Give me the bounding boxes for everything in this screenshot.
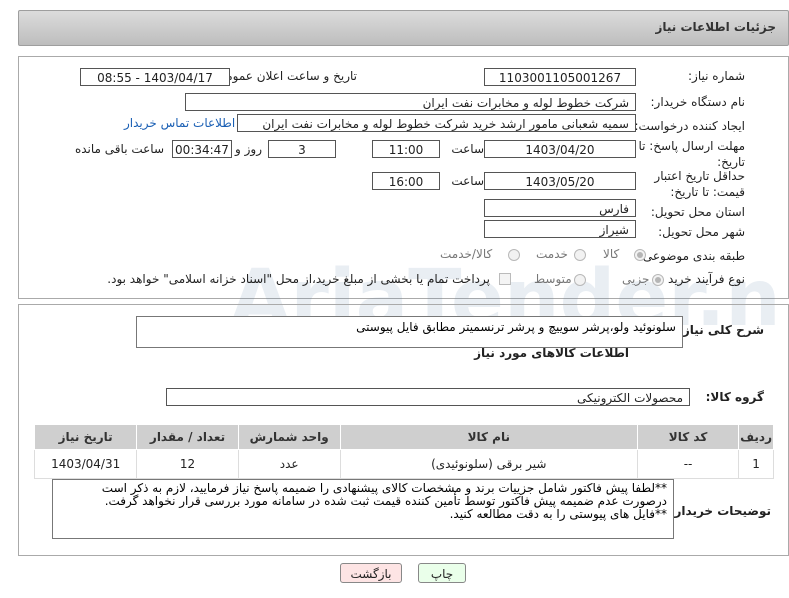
process-minor-label: جزیی	[622, 272, 650, 286]
goods-group-field: محصولات الکترونیکی	[166, 388, 690, 406]
province-field: فارس	[484, 199, 636, 217]
category-radio-goods[interactable]	[634, 249, 646, 261]
buyer-notes-textarea[interactable]: **لطفا پیش فاکتور شامل جزییات برند و مشخ…	[52, 479, 674, 539]
col-row: ردیف	[738, 424, 774, 450]
description-label: شرح کلی نیاز:	[678, 323, 764, 337]
buyer-notes-label: توضیحات خریدار:	[669, 504, 771, 518]
cell-qty: 12	[136, 449, 239, 479]
page-header: جزئیات اطلاعات نیاز	[18, 10, 789, 46]
price-time-field: 16:00	[372, 172, 440, 190]
category-both-label: کالا/خدمت	[440, 247, 493, 261]
category-radio-both[interactable]	[508, 249, 520, 261]
remaining-time-field: 00:34:47	[172, 140, 232, 158]
goods-table: ردیف کد کالا نام کالا واحد شمارش تعداد /…	[33, 424, 774, 479]
city-field: شیراز	[484, 220, 636, 238]
cell-unit: عدد	[237, 449, 341, 479]
goods-group-label: گروه کالا:	[705, 390, 764, 404]
process-medium-label: متوسط	[534, 272, 572, 286]
buyer-org-field: شرکت خطوط لوله و مخابرات نفت ایران	[185, 93, 636, 111]
reply-date-field: 1403/04/20	[484, 140, 636, 158]
category-service-label: خدمت	[536, 247, 568, 261]
goods-section-title: اطلاعات کالاهای مورد نیاز	[474, 346, 629, 360]
treasury-checkbox[interactable]	[499, 273, 511, 285]
print-button[interactable]: چاپ	[418, 563, 466, 583]
announce-field: 1403/04/17 - 08:55	[80, 68, 230, 86]
cell-date: 1403/04/31	[33, 449, 138, 479]
reply-time-label: ساعت	[451, 142, 484, 156]
remaining-days-field: 3	[268, 140, 336, 158]
col-unit: واحد شمارش	[237, 424, 341, 450]
back-button[interactable]: بازگشت	[340, 563, 402, 583]
description-textarea[interactable]: سلونوئید ولو،پرشر سوییچ و پرشر ترنسمیتر …	[136, 316, 683, 348]
days-and-label: روز و	[235, 142, 262, 156]
cell-name: شیر برقی (سلونوئیدی)	[339, 449, 638, 479]
category-radio-service[interactable]	[574, 249, 586, 261]
need-number-field: 1103001105001267	[484, 68, 636, 86]
city-label: شهر محل تحویل:	[658, 225, 745, 239]
payment-note: پرداخت تمام یا بخشی از مبلغ خرید،از محل …	[107, 272, 490, 286]
category-goods-label: کالا	[603, 247, 620, 261]
buyer-contact-link[interactable]: اطلاعات تماس خریدار	[124, 116, 235, 130]
goods-table-header: ردیف کد کالا نام کالا واحد شمارش تعداد /…	[33, 424, 774, 450]
col-name: نام کالا	[339, 424, 638, 450]
col-code: کد کالا	[636, 424, 740, 450]
need-number-label: شماره نیاز:	[688, 69, 745, 83]
remaining-label: ساعت باقی مانده	[74, 142, 164, 156]
price-valid-label: حداقل تاریخ اعتبار قیمت: تا تاریخ:	[654, 169, 745, 199]
process-radio-minor[interactable]	[652, 274, 664, 286]
buyer-org-label: نام دستگاه خریدار:	[650, 95, 746, 109]
reply-deadline-label: مهلت ارسال پاسخ: تا تاریخ:	[638, 139, 745, 169]
process-label: نوع فرآیند خرید :	[660, 272, 745, 286]
col-date: تاریخ نیاز	[33, 424, 138, 450]
reply-time-field: 11:00	[372, 140, 440, 158]
table-row: 1 -- شیر برقی (سلونوئیدی) عدد 12 1403/04…	[33, 449, 774, 479]
page-title: جزئیات اطلاعات نیاز	[655, 20, 776, 34]
creator-label: ایجاد کننده درخواست:	[634, 119, 745, 133]
price-time-label: ساعت	[451, 174, 484, 188]
cell-code: --	[636, 449, 740, 479]
col-qty: تعداد / مقدار	[136, 424, 239, 450]
category-label: طبقه بندی موضوعی:	[638, 249, 745, 263]
announce-label: تاریخ و ساعت اعلان عمومی:	[212, 69, 357, 83]
cell-row: 1	[738, 449, 774, 479]
creator-field: سمیه شعبانی مامور ارشد خرید شرکت خطوط لو…	[237, 114, 636, 132]
process-radio-medium[interactable]	[574, 274, 586, 286]
price-date-field: 1403/05/20	[484, 172, 636, 190]
province-label: استان محل تحویل:	[650, 205, 745, 219]
